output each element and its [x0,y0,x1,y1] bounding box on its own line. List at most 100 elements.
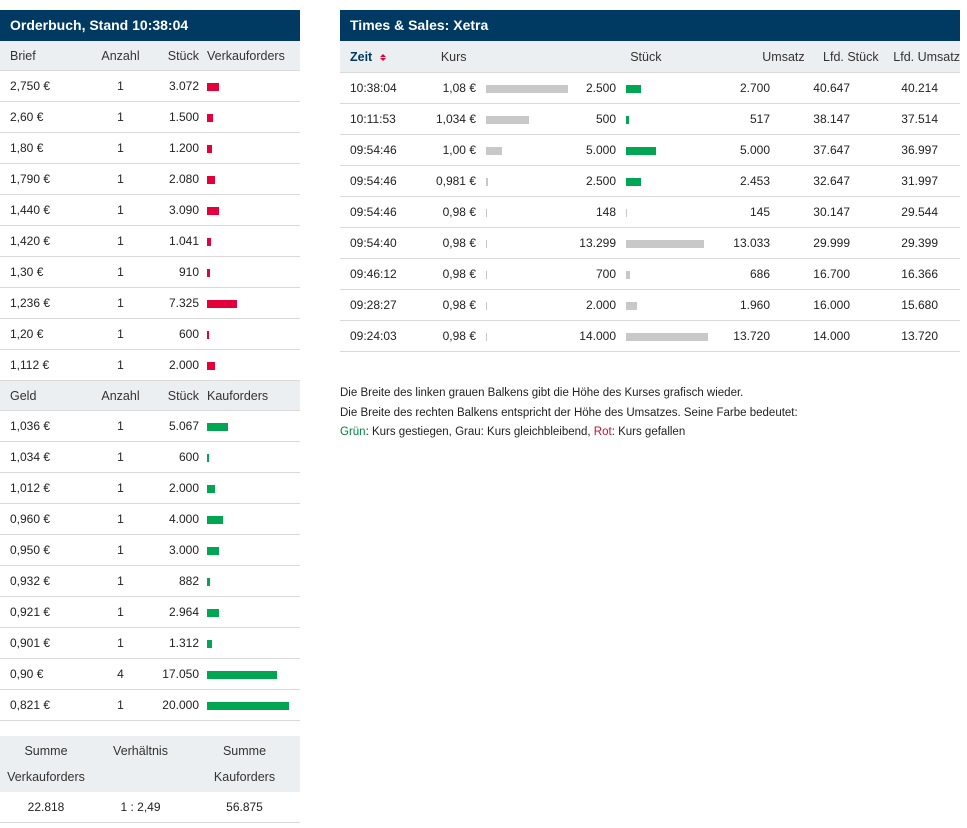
price-bar [486,270,487,279]
trade-qty: 14.000 [579,329,616,343]
trade-price: 0,98 € [442,298,476,312]
trade-time: 09:54:46 [350,174,397,188]
bid-bar-cell [199,574,300,588]
ask-row: 1,236 € 1 7.325 [0,288,300,319]
ask-bar-cell [199,265,300,279]
bid-row: 0,921 € 1 2.964 [0,597,300,628]
trade-price: 0,98 € [442,267,476,281]
trade-price: 1,00 € [442,143,476,157]
bid-bar-cell [199,636,300,650]
ask-qty: 2.080 [168,172,199,186]
ask-bar-cell [199,141,300,155]
trade-time: 09:54:46 [350,143,397,157]
trade-qty: 500 [595,112,616,126]
sort-arrows-icon [379,53,386,61]
ask-count: 1 [117,358,124,372]
ask-price: 1,420 € [10,234,51,248]
ask-count: 1 [117,203,124,217]
ask-price: 2,60 € [10,110,44,124]
sort-by-time-button[interactable]: Zeit [340,50,405,64]
turnover-bar [626,84,641,93]
ask-count: 1 [117,79,124,93]
trade-time: 09:46:12 [350,267,397,281]
bid-bar-cell [199,450,300,464]
ask-volume-bar [207,299,237,308]
legend-line-2: Die Breite des rechten Balkens entsprich… [340,406,798,419]
summary-ratio-value: 1 : 2,49 [120,800,161,814]
bid-row: 0,901 € 1 1.312 [0,628,300,659]
ask-volume-bar [207,361,215,370]
trade-turnover: 517 [749,112,770,126]
legend-red-text: : Kurs gefallen [611,426,686,438]
turnover-bar-cell [616,298,720,312]
ask-price: 1,790 € [10,172,51,186]
bid-qty: 4.000 [168,512,199,526]
ask-volume-bar [207,330,209,339]
bid-qty: 1.312 [168,636,199,650]
trade-cum-qty: 37.647 [813,143,850,157]
ask-bar-header: Verkauforders [207,48,285,63]
time-header: Zeit [350,49,373,64]
ask-qty: 3.090 [168,203,199,217]
ask-count: 1 [117,110,124,124]
ask-volume-bar [207,82,219,91]
ask-qty: 1.500 [168,110,199,124]
bid-bar-header: Kauforders [207,388,269,403]
bid-count: 1 [117,481,124,495]
trade-time: 09:54:46 [350,205,397,219]
ask-count: 1 [117,327,124,341]
bid-volume-bar [207,484,215,493]
trade-turnover: 13.033 [733,236,770,250]
bid-price: 0,932 € [10,574,51,588]
turnover-bar [626,270,630,279]
turnover-bar-cell [616,236,720,250]
ask-bar-cell [199,79,300,93]
summary-ratio-header: Verhältnis [92,736,189,792]
ask-volume-bar [207,206,219,215]
bid-price: 0,921 € [10,605,51,619]
trade-price: 1,08 € [442,81,476,95]
legend-green-word: Grün [340,426,366,438]
trade-cum-turnover: 29.399 [901,236,938,250]
summary-sell-label-2: Verkauforders [7,770,85,784]
bid-qty: 882 [178,574,199,588]
summary-buy-header: Summe Kauforders [189,736,300,792]
orderbook-panel: Orderbuch, Stand 10:38:04 Brief Anzahl S… [0,10,300,823]
trade-time: 09:54:40 [350,236,397,250]
trade-cum-turnover: 13.720 [901,329,938,343]
trade-qty: 5.000 [585,143,616,157]
bid-count: 1 [117,512,124,526]
bid-row: 0,950 € 1 3.000 [0,535,300,566]
trade-cum-turnover: 40.214 [901,81,938,95]
turnover-bar-cell [616,112,720,126]
ask-row: 2,750 € 1 3.072 [0,71,300,102]
ask-count: 1 [117,296,124,310]
ask-count-header: Anzahl [101,48,140,63]
ask-bar-cell [199,296,300,310]
ask-qty: 600 [178,327,199,341]
trade-row: 10:11:53 1,034 € 500 517 38.147 37.514 [340,104,960,135]
turnover-bar-cell [616,174,720,188]
trade-row: 09:46:12 0,98 € 700 686 16.700 16.366 [340,259,960,290]
bid-rows: 1,036 € 1 5.067 1,034 € 1 600 1,012 € 1 2.000 0,9… [0,411,300,721]
legend-line-3: Grün: Kurs gestiegen, Grau: Kurs gleichb… [340,423,798,443]
bid-qty-header: Stück [167,388,199,403]
bid-price: 0,821 € [10,698,51,712]
bid-volume-bar [207,577,210,586]
ask-bar-cell [199,234,300,248]
turnover-bar [626,177,641,186]
trade-cum-qty: 30.147 [813,205,850,219]
ask-row: 1,420 € 1 1.041 [0,226,300,257]
trade-cum-qty: 16.700 [813,267,850,281]
bid-bar-cell [199,605,300,619]
bid-row: 1,034 € 1 600 [0,442,300,473]
bid-bar-cell [199,543,300,557]
trade-cum-turnover: 31.997 [901,174,938,188]
ask-row: 1,80 € 1 1.200 [0,133,300,164]
trade-cum-qty: 29.999 [813,236,850,250]
ask-qty-header: Stück [167,48,199,63]
summary-buy-label-1: Summe [222,744,267,758]
ask-count: 1 [117,172,124,186]
ask-bar-cell [199,327,300,341]
summary-buy-value: 56.875 [226,800,263,814]
